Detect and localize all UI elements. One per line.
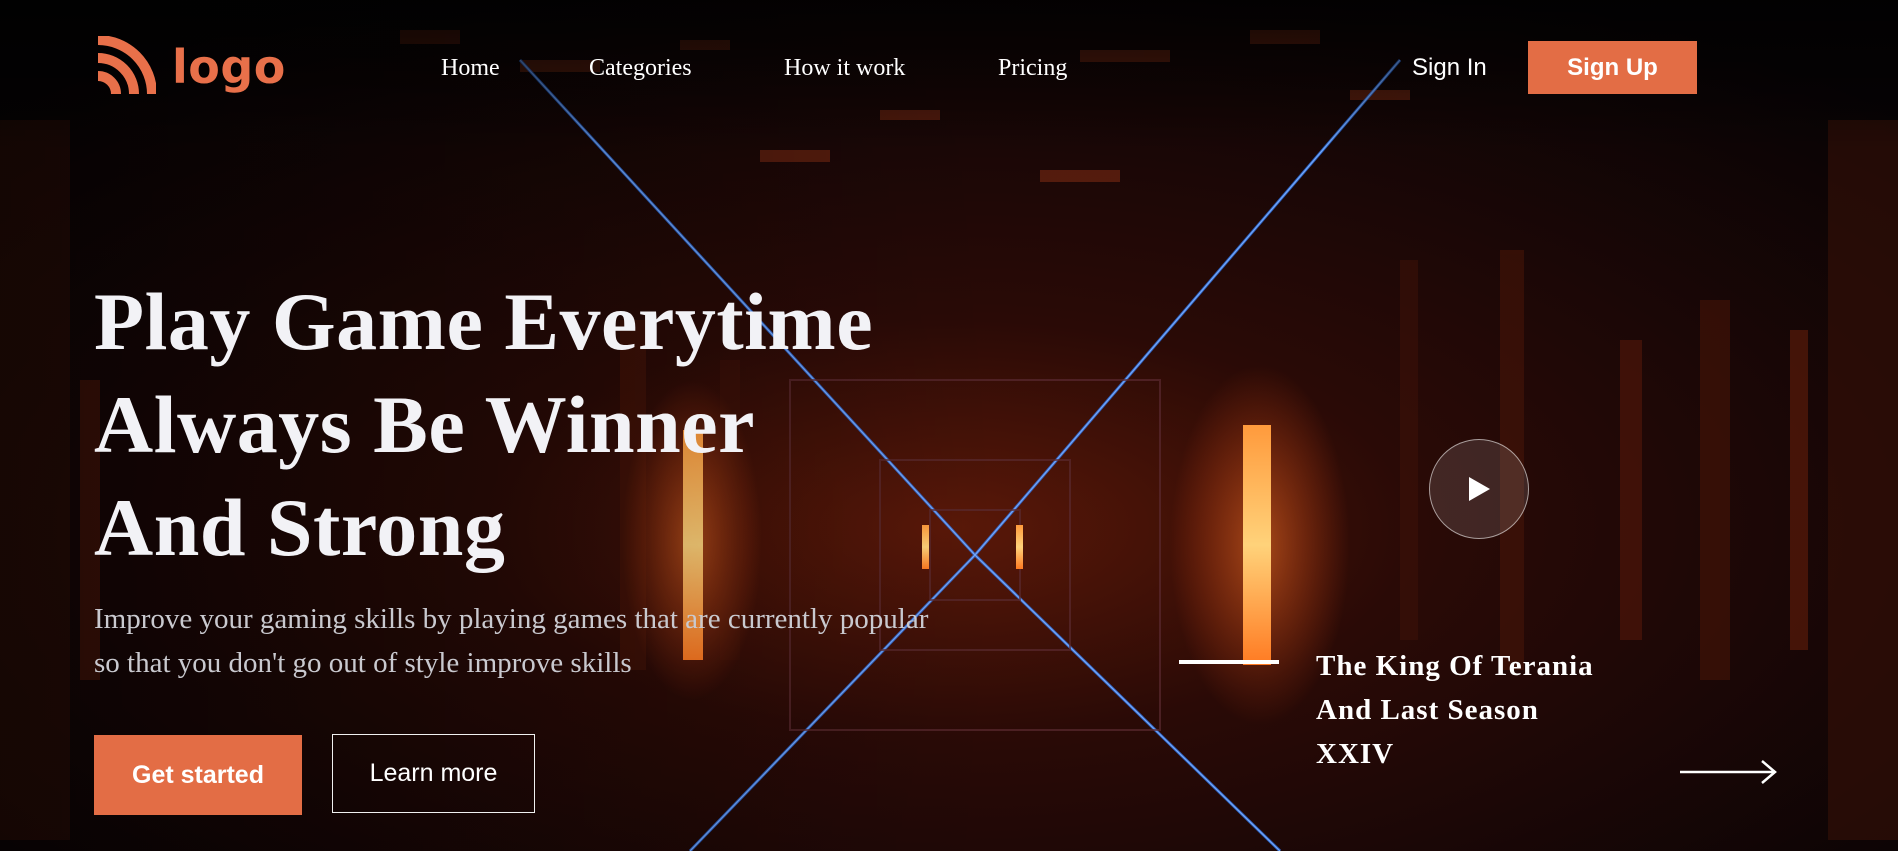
- headline-line: Always Be Winner: [94, 379, 756, 470]
- headline-line: Play Game Everytime: [94, 276, 874, 367]
- play-video-button[interactable]: [1429, 439, 1529, 539]
- headline-line: And Strong: [94, 482, 506, 573]
- feature-title-line: The King Of Terania: [1316, 650, 1594, 682]
- feature-title-line: XXIV: [1316, 738, 1395, 770]
- play-icon: [1469, 477, 1490, 501]
- feature-divider-line: [1179, 660, 1279, 664]
- arrow-right-icon[interactable]: [1678, 758, 1778, 786]
- nav-item-how-it-work[interactable]: How it work: [784, 52, 905, 84]
- sign-in-link[interactable]: Sign In: [1412, 52, 1487, 84]
- get-started-button[interactable]: Get started: [94, 735, 302, 815]
- hero-headline: Play Game Everytime Always Be Winner And…: [94, 270, 873, 579]
- hero-subtext: Improve your gaming skills by playing ga…: [94, 603, 929, 679]
- sign-up-button[interactable]: Sign Up: [1528, 41, 1697, 94]
- nav-item-categories[interactable]: Categories: [589, 52, 692, 84]
- feature-title: The King Of Terania And Last Season XXIV: [1316, 644, 1636, 776]
- nav-item-home[interactable]: Home: [441, 52, 500, 84]
- learn-more-button[interactable]: Learn more: [332, 734, 535, 813]
- feature-title-line: And Last Season: [1316, 694, 1539, 726]
- nav-item-pricing[interactable]: Pricing: [998, 52, 1067, 84]
